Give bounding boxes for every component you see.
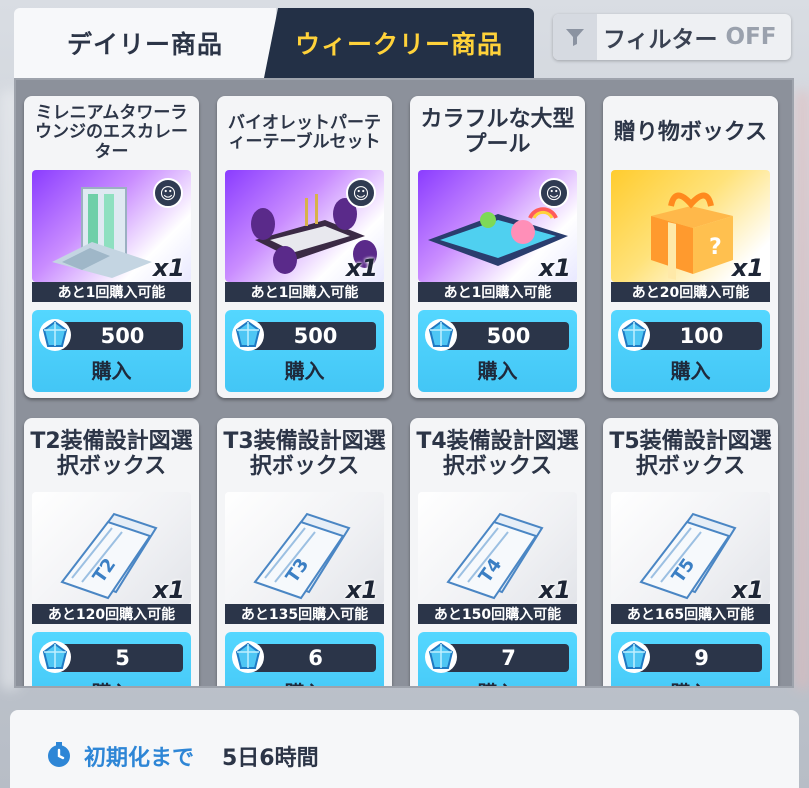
blueprint-icon: T3 x1 bbox=[225, 492, 384, 604]
shop-item-card[interactable]: T5装備設計図選択ボックス T5 x1 あと165回購入可能 9 購入 bbox=[603, 418, 778, 686]
buy-label: 購入 bbox=[32, 677, 191, 686]
buy-label: 購入 bbox=[611, 677, 770, 686]
buy-button[interactable]: 100 購入 bbox=[611, 310, 770, 392]
buy-label: 購入 bbox=[670, 359, 711, 383]
price-value: 6 bbox=[308, 646, 323, 670]
price-value: 500 bbox=[293, 324, 338, 348]
buy-button[interactable]: 500 購入 bbox=[32, 310, 191, 392]
tab-daily-label: デイリー商品 bbox=[66, 30, 223, 59]
item-quantity: x1 bbox=[152, 254, 185, 282]
item-grid[interactable]: ミレニアムタワーラウンジのエスカレーター ☺ x1 あと1回購入可能 500 購… bbox=[14, 78, 794, 688]
buy-button[interactable]: 7 購入 bbox=[418, 632, 577, 686]
item-quantity: x1 bbox=[345, 254, 378, 282]
price-value: 500 bbox=[100, 324, 145, 348]
chat-bubble-icon: ☺ bbox=[153, 178, 183, 208]
purchase-limit: あと150回購入可能 bbox=[418, 604, 577, 624]
item-name: T4装備設計図選択ボックス bbox=[416, 429, 579, 479]
item-quantity: x1 bbox=[345, 576, 378, 604]
buy-label: 購入 bbox=[418, 677, 577, 686]
item-name: カラフルな大型プール bbox=[420, 107, 575, 157]
chat-bubble-icon: ☺ bbox=[539, 178, 569, 208]
buy-label: 購入 bbox=[225, 677, 384, 686]
purchase-limit: あと1回購入可能 bbox=[225, 282, 384, 302]
shop-item-card[interactable]: バイオレットパーティーテーブルセット ☺ x1 あと1回購入可能 500 購入 bbox=[217, 96, 392, 398]
buy-button[interactable]: 6 購入 bbox=[225, 632, 384, 686]
pyroxene-gem-icon bbox=[36, 316, 74, 354]
buy-button[interactable]: 9 購入 bbox=[611, 632, 770, 686]
blueprint-icon: T2 x1 bbox=[32, 492, 191, 604]
pyroxene-gem-icon bbox=[615, 638, 653, 676]
item-name: ミレニアムタワーラウンジのエスカレーター bbox=[35, 103, 188, 162]
purchase-limit: あと135回購入可能 bbox=[225, 604, 384, 624]
item-quantity: x1 bbox=[538, 576, 571, 604]
background-shape bbox=[796, 90, 809, 690]
purchase-limit: あと1回購入可能 bbox=[418, 282, 577, 302]
buy-label: 購入 bbox=[91, 359, 132, 383]
item-quantity: x1 bbox=[152, 576, 185, 604]
price-value: 500 bbox=[486, 324, 531, 348]
shop-item-card[interactable]: カラフルな大型プール ☺ x1 あと1回購入可能 500 購入 bbox=[410, 96, 585, 398]
svg-text:?: ? bbox=[709, 235, 722, 260]
chat-bubble-icon: ☺ bbox=[346, 178, 376, 208]
pyroxene-gem-icon bbox=[36, 638, 74, 676]
tab-weekly[interactable]: ウィークリー商品 bbox=[264, 8, 534, 78]
item-quantity: x1 bbox=[731, 576, 764, 604]
shop-item-card[interactable]: T4装備設計図選択ボックス T4 x1 あと150回購入可能 7 購入 bbox=[410, 418, 585, 686]
tab-weekly-label: ウィークリー商品 bbox=[294, 30, 503, 59]
filter-button[interactable]: フィルター OFF bbox=[553, 14, 791, 60]
party-table-furniture-icon: ☺ x1 bbox=[225, 170, 384, 282]
shop-item-card[interactable]: 贈り物ボックス ? x1 あと20回購入可能 100 購入 bbox=[603, 96, 778, 398]
purchase-limit: あと1回購入可能 bbox=[32, 282, 191, 302]
item-name: T2装備設計図選択ボックス bbox=[30, 429, 193, 479]
shop-item-card[interactable]: ミレニアムタワーラウンジのエスカレーター ☺ x1 あと1回購入可能 500 購… bbox=[24, 96, 199, 398]
item-name: T5装備設計図選択ボックス bbox=[609, 429, 772, 479]
purchase-limit: あと165回購入可能 bbox=[611, 604, 770, 624]
item-quantity: x1 bbox=[731, 254, 764, 282]
buy-button[interactable]: 500 購入 bbox=[418, 310, 577, 392]
pyroxene-gem-icon bbox=[229, 316, 267, 354]
filter-state: OFF bbox=[725, 24, 777, 50]
shop-item-card[interactable]: T2装備設計図選択ボックス T2 x1 あと120回購入可能 5 購入 bbox=[24, 418, 199, 686]
pyroxene-gem-icon bbox=[615, 316, 653, 354]
reset-timer-bar: 初期化まで 5日6時間 bbox=[10, 710, 799, 788]
filter-label: フィルター bbox=[603, 27, 718, 53]
item-name: T3装備設計図選択ボックス bbox=[223, 429, 386, 479]
item-quantity: x1 bbox=[538, 254, 571, 282]
blueprint-icon: T5 x1 bbox=[611, 492, 770, 604]
item-name: バイオレットパーティーテーブルセット bbox=[228, 112, 381, 152]
price-value: 5 bbox=[115, 646, 130, 670]
pyroxene-gem-icon bbox=[422, 316, 460, 354]
pyroxene-gem-icon bbox=[229, 638, 267, 676]
buy-button[interactable]: 500 購入 bbox=[225, 310, 384, 392]
buy-label: 購入 bbox=[284, 359, 325, 383]
gift-box-icon: ? x1 bbox=[611, 170, 770, 282]
tab-daily[interactable]: デイリー商品 bbox=[14, 8, 276, 78]
pool-furniture-icon: ☺ x1 bbox=[418, 170, 577, 282]
buy-label: 購入 bbox=[477, 359, 518, 383]
escalator-furniture-icon: ☺ x1 bbox=[32, 170, 191, 282]
clock-icon bbox=[48, 742, 70, 767]
shop-item-card[interactable]: T3装備設計図選択ボックス T3 x1 あと135回購入可能 6 購入 bbox=[217, 418, 392, 686]
purchase-limit: あと120回購入可能 bbox=[32, 604, 191, 624]
price-value: 100 bbox=[679, 324, 724, 348]
reset-label: 初期化まで bbox=[84, 746, 195, 771]
price-value: 7 bbox=[501, 646, 516, 670]
filter-icon bbox=[553, 14, 597, 60]
pyroxene-gem-icon bbox=[422, 638, 460, 676]
reset-remaining-time: 5日6時間 bbox=[222, 746, 319, 771]
buy-button[interactable]: 5 購入 bbox=[32, 632, 191, 686]
purchase-limit: あと20回購入可能 bbox=[611, 282, 770, 302]
price-value: 9 bbox=[694, 646, 709, 670]
blueprint-icon: T4 x1 bbox=[418, 492, 577, 604]
shop-tabs: デイリー商品 ウィークリー商品 bbox=[14, 8, 534, 78]
item-name: 贈り物ボックス bbox=[613, 119, 768, 145]
